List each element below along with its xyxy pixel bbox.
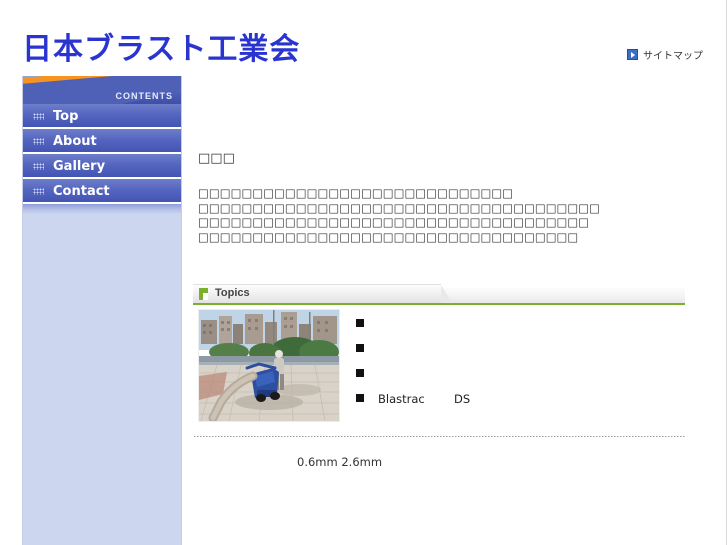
page-root: 日本ブラスト工業会 サイトマップ CONTENTS Top About Gall… [0, 0, 727, 545]
sidebar-item-label: Top [53, 109, 79, 124]
sidebar-item-label: Contact [53, 184, 110, 199]
list-item-label: Blastrac DS [378, 392, 471, 406]
site-title: 日本ブラスト工業会 [22, 32, 301, 67]
main-content: □□□ □□□□□□□□□□□□□□□□□□□□□□□□□□□□□ □□□□□□… [198, 150, 698, 244]
dots-grid-icon [33, 113, 44, 120]
list-item[interactable] [356, 317, 686, 342]
topics-underline [193, 303, 685, 305]
contents-label: CONTENTS [115, 91, 173, 101]
sidebar-item-top[interactable]: Top [23, 104, 181, 129]
square-bullet-icon [356, 319, 364, 327]
sidebar-nav-fade [23, 204, 181, 214]
topics-list: Blastrac DS [356, 317, 686, 417]
dots-grid-icon [33, 188, 44, 195]
topics-photo[interactable] [198, 309, 340, 422]
intro-heading: □□□ [198, 151, 235, 166]
sidebar-banner: CONTENTS [23, 76, 181, 104]
sidebar-item-gallery[interactable]: Gallery [23, 154, 181, 179]
list-item[interactable] [356, 342, 686, 367]
sidebar: CONTENTS Top About Gallery Contact [22, 76, 182, 545]
topics-title: Topics [215, 287, 250, 299]
section-divider [194, 436, 686, 437]
intro-paragraph: □□□□□□□□□□□□□□□□□□□□□□□□□□□□□ □□□□□□□□□□… [198, 186, 698, 244]
sidebar-item-label: Gallery [53, 159, 106, 174]
intro-line: □□□□□□□□□□□□□□□□□□□□□□□□□□□□□ [198, 186, 514, 200]
list-item[interactable]: Blastrac DS [356, 392, 686, 417]
square-bullet-icon [356, 394, 364, 402]
sidebar-item-label: About [53, 134, 97, 149]
dots-grid-icon [33, 138, 44, 145]
intro-line: □□□□□□□□□□□□□□□□□□□□□□□□□□□□□□□□□□□ [198, 229, 579, 244]
sitemap-link[interactable]: サイトマップ [627, 47, 703, 62]
intro-line: □□□□□□□□□□□□□□□□□□□□□□□□□□□□□□□□□□□□ [198, 215, 590, 229]
list-item[interactable] [356, 367, 686, 392]
dots-grid-icon [33, 163, 44, 170]
page-header: 日本ブラスト工業会 サイトマップ [0, 0, 727, 72]
green-flag-icon [199, 288, 208, 300]
topics-header-bar [441, 288, 685, 303]
play-square-icon [627, 49, 638, 60]
sidebar-item-contact[interactable]: Contact [23, 179, 181, 204]
square-bullet-icon [356, 369, 364, 377]
topics-section-header: Topics [193, 284, 685, 305]
sitemap-label: サイトマップ [643, 51, 703, 62]
intro-line: □□□□□□□□□□□□□□□□□□□□□□□□□□□□□□□□□□□□□ [198, 200, 601, 215]
topics-footnote: 0.6mm 2.6mm [297, 455, 383, 469]
sidebar-nav: Top About Gallery Contact [23, 104, 181, 214]
square-bullet-icon [356, 344, 364, 352]
sidebar-item-about[interactable]: About [23, 129, 181, 154]
